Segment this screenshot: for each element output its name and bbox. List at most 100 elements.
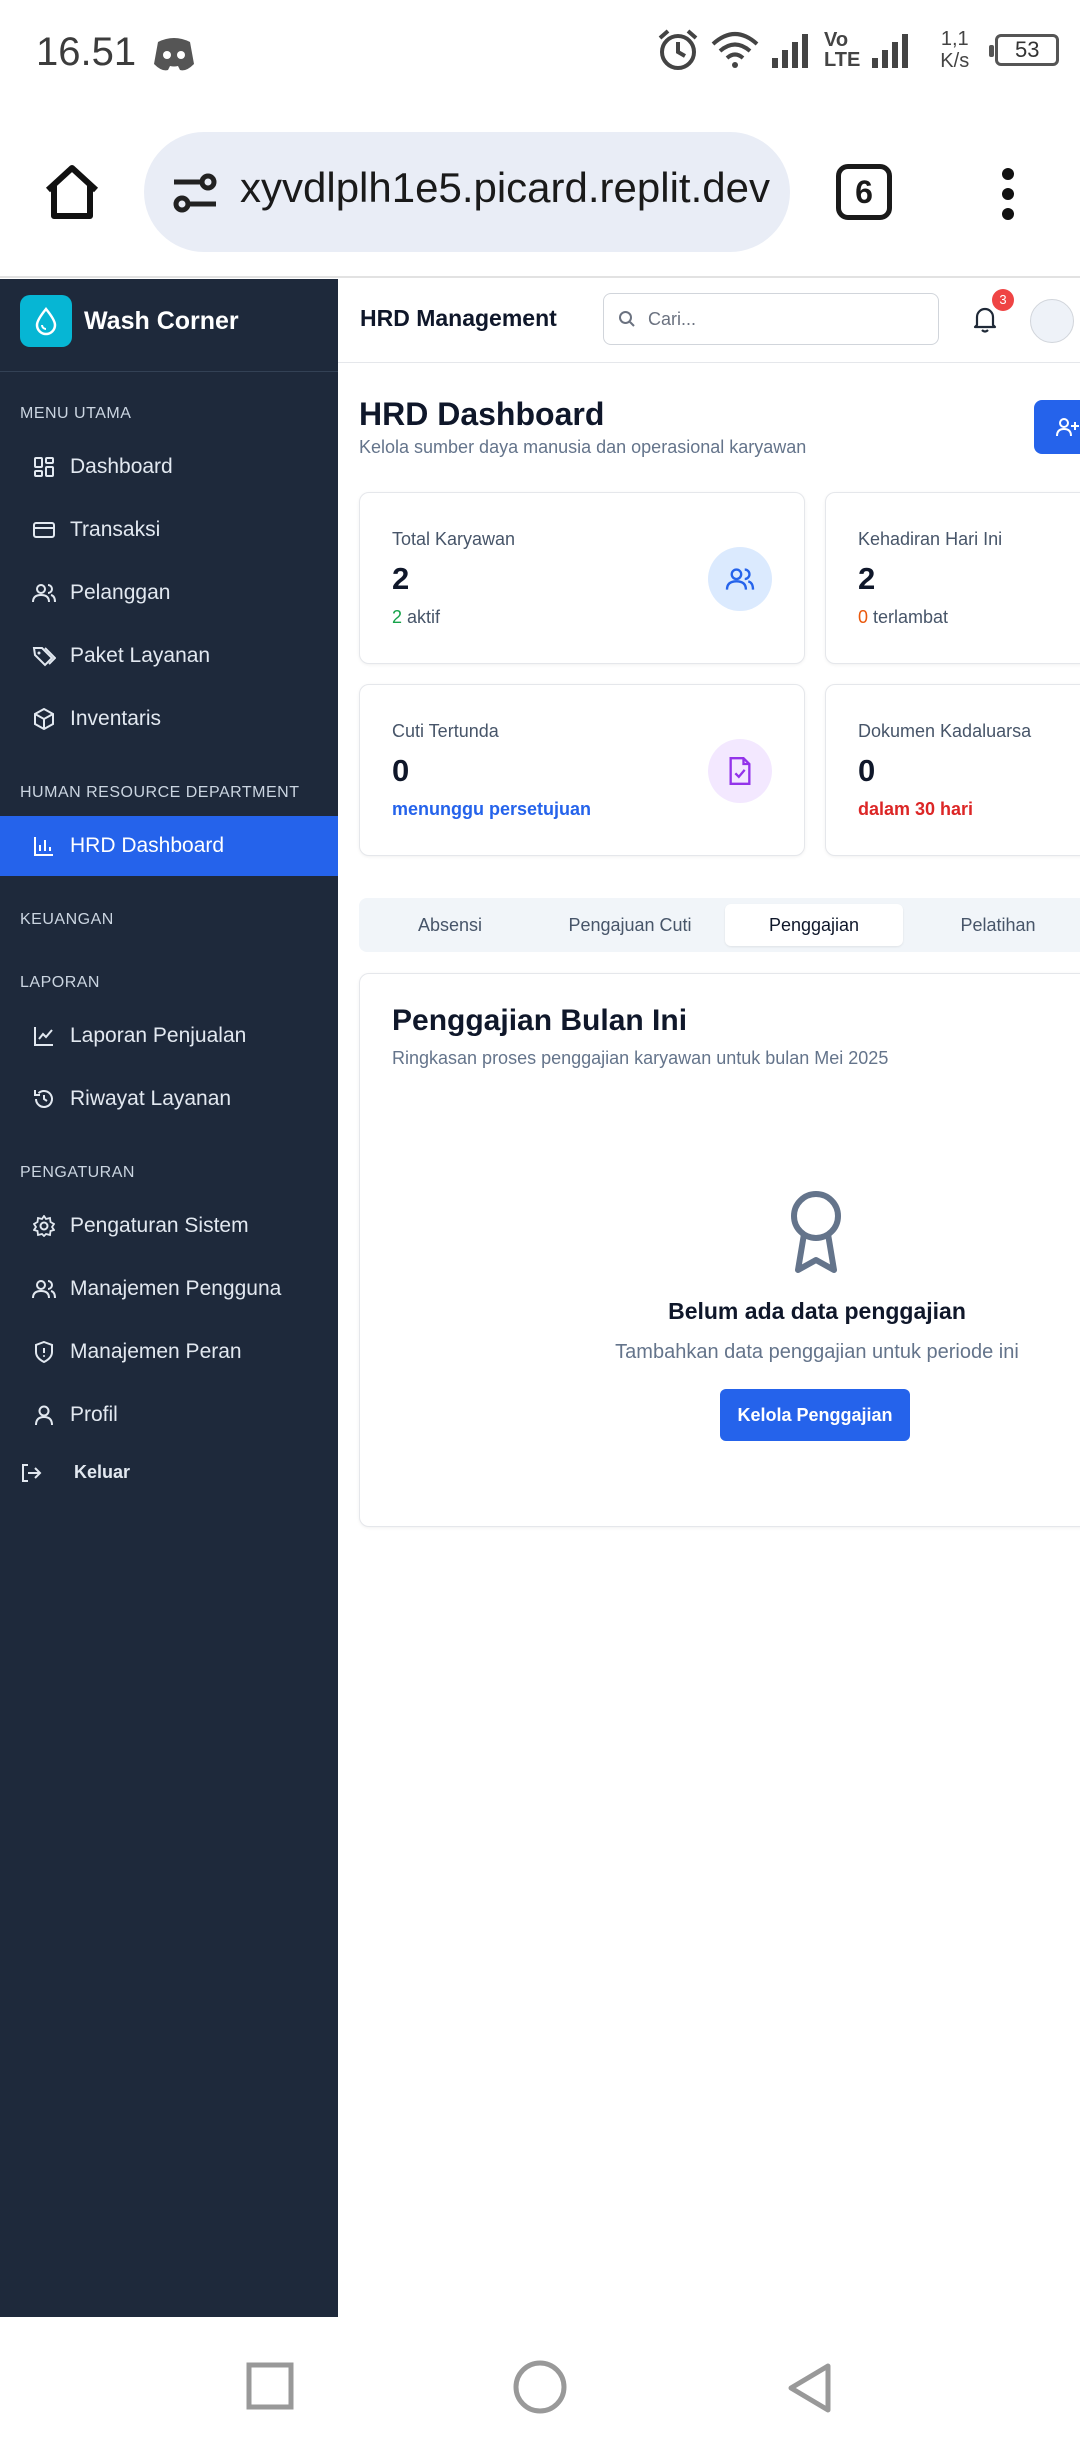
home-button[interactable] <box>513 2360 567 2414</box>
recents-button[interactable] <box>246 2362 294 2410</box>
empty-state-title: Belum ada data penggajian <box>668 1298 966 1324</box>
sidebar-item-label: Inventaris <box>70 707 162 730</box>
sidebar-item-manajemen-peran[interactable]: Manajemen Peran <box>0 1322 338 1382</box>
app-header: HRD Management 3 <box>338 279 1080 363</box>
user-icon <box>32 1403 56 1427</box>
tab-pengajuan-cuti[interactable]: Pengajuan Cuti <box>545 904 715 946</box>
sidebar-item-pengaturan-sistem[interactable]: Pengaturan Sistem <box>0 1196 338 1256</box>
package-icon <box>32 707 56 731</box>
battery-indicator: 53 <box>989 34 1060 66</box>
user-plus-icon <box>1056 416 1080 438</box>
stat-card-total-karyawan: Total Karyawan 2 2 aktif <box>359 492 805 664</box>
notification-badge: 3 <box>992 289 1014 311</box>
android-status-bar: 16.51 Vo LTE 1,1 K/s 53 <box>0 0 1080 110</box>
alarm-icon <box>658 29 698 70</box>
stat-note: 2 aktif <box>392 607 441 627</box>
sidebar-item-inventaris[interactable]: Inventaris <box>0 689 338 749</box>
search-input[interactable] <box>648 308 928 330</box>
sidebar-item-label: Riwayat Layanan <box>70 1087 232 1110</box>
sidebar-item-label: Profil <box>70 1403 118 1426</box>
tab-penggajian[interactable]: Penggajian <box>725 904 903 946</box>
android-navigation-bar <box>0 2317 1080 2460</box>
signal-icon-2 <box>872 34 909 68</box>
sidebar-item-paket-layanan[interactable]: Paket Layanan <box>0 626 338 686</box>
award-icon <box>788 1190 844 1274</box>
section-menu-utama: MENU UTAMA <box>20 405 132 422</box>
sidebar-item-label: Pelanggan <box>70 581 171 604</box>
stat-label: Kehadiran Hari Ini <box>858 529 1003 549</box>
sidebar-item-profil[interactable]: Profil <box>0 1385 338 1445</box>
page-subtitle: Kelola sumber daya manusia dan operasion… <box>359 437 807 457</box>
url-text[interactable]: xyvdlplh1e5.picard.replit.dev <box>240 164 770 212</box>
stat-card-dokumen-kadaluarsa: Dokumen Kadaluarsa 0 dalam 30 hari <box>825 684 1080 856</box>
volte-label: Vo LTE <box>824 29 861 71</box>
payroll-description: Ringkasan proses penggajian karyawan unt… <box>392 1048 889 1068</box>
brand-name: Wash Corner <box>84 306 239 335</box>
sidebar-item-hrd-dashboard[interactable]: HRD Dashboard <box>0 816 338 876</box>
stat-value: 2 <box>858 561 876 596</box>
bell-icon[interactable] <box>972 305 998 333</box>
avatar[interactable] <box>1030 299 1074 343</box>
sidebar-item-label: Pengaturan Sistem <box>70 1214 249 1237</box>
sidebar-item-label: Dashboard <box>70 455 173 478</box>
logout-label: Keluar <box>74 1462 131 1482</box>
sidebar-item-riwayat-layanan[interactable]: Riwayat Layanan <box>0 1069 338 1129</box>
payroll-title: Penggajian Bulan Ini <box>392 1004 688 1037</box>
manage-payroll-button[interactable]: Kelola Penggajian <box>720 1389 910 1441</box>
sidebar: Wash Corner MENU UTAMA Dashboard Transak… <box>0 279 338 2317</box>
users-icon <box>708 547 772 611</box>
stat-card-kehadiran: Kehadiran Hari Ini 2 0 terlambat <box>825 492 1080 664</box>
sidebar-item-manajemen-pengguna[interactable]: Manajemen Pengguna <box>0 1259 338 1319</box>
stat-note: dalam 30 hari <box>858 799 974 819</box>
logout-button[interactable]: Keluar <box>20 1462 130 1483</box>
sidebar-item-laporan-penjualan[interactable]: Laporan Penjualan <box>0 1006 338 1066</box>
signal-icon <box>772 34 808 68</box>
network-speed: 1,1 K/s <box>940 28 970 72</box>
section-pengaturan: PENGATURAN <box>20 1164 135 1181</box>
empty-state-description: Tambahkan data penggajian untuk periode … <box>615 1341 1019 1363</box>
stat-value: 0 <box>858 753 876 788</box>
search-box[interactable] <box>603 293 939 345</box>
stat-label: Cuti Tertunda <box>392 721 499 741</box>
tags-icon <box>32 644 56 668</box>
tab-switcher-button[interactable]: 6 <box>836 164 892 220</box>
home-icon[interactable] <box>40 160 104 224</box>
sidebar-divider <box>0 371 338 372</box>
address-bar[interactable]: xyvdlplh1e5.picard.replit.dev <box>144 132 790 252</box>
line-chart-icon <box>32 1024 56 1048</box>
tab-pelatihan[interactable]: Pelatihan <box>913 904 1080 946</box>
sidebar-item-label: Laporan Penjualan <box>70 1024 247 1047</box>
sidebar-item-label: Manajemen Pengguna <box>70 1277 282 1300</box>
stat-note: menunggu persetujuan <box>392 799 592 819</box>
status-icons: Vo LTE 1,1 K/s 53 <box>656 28 1060 72</box>
browser-toolbar: xyvdlplh1e5.picard.replit.dev 6 <box>0 110 1080 278</box>
page-title: HRD Dashboard <box>359 396 605 432</box>
sidebar-item-pelanggan[interactable]: Pelanggan <box>0 563 338 623</box>
logout-icon <box>20 1463 42 1483</box>
back-button[interactable] <box>786 2362 834 2414</box>
tab-absensi[interactable]: Absensi <box>365 904 535 946</box>
stat-value: 2 <box>392 561 410 596</box>
users-icon <box>32 581 56 605</box>
header-title: HRD Management <box>360 305 557 331</box>
brand[interactable]: Wash Corner <box>20 295 239 347</box>
stat-label: Total Karyawan <box>392 529 516 549</box>
grid-icon <box>32 455 56 479</box>
discord-notification-icon <box>152 36 196 74</box>
section-laporan: LAPORAN <box>20 974 100 991</box>
stat-note: 0 terlambat <box>858 607 949 627</box>
sidebar-item-dashboard[interactable]: Dashboard <box>0 437 338 497</box>
sidebar-item-label: Manajemen Peran <box>70 1340 242 1363</box>
tune-icon[interactable] <box>170 172 220 214</box>
bar-chart-icon <box>32 834 56 858</box>
droplet-icon <box>20 295 72 347</box>
sidebar-item-transaksi[interactable]: Transaksi <box>0 500 338 560</box>
stat-label: Dokumen Kadaluarsa <box>858 721 1032 741</box>
sidebar-item-label: Paket Layanan <box>70 644 211 667</box>
section-keuangan: KEUANGAN <box>20 911 114 928</box>
users-icon <box>32 1277 56 1301</box>
status-time: 16.51 <box>36 30 137 74</box>
section-hrd: HUMAN RESOURCE DEPARTMENT <box>20 784 300 801</box>
add-employee-button[interactable] <box>1034 400 1080 454</box>
kebab-icon[interactable] <box>996 166 1020 222</box>
